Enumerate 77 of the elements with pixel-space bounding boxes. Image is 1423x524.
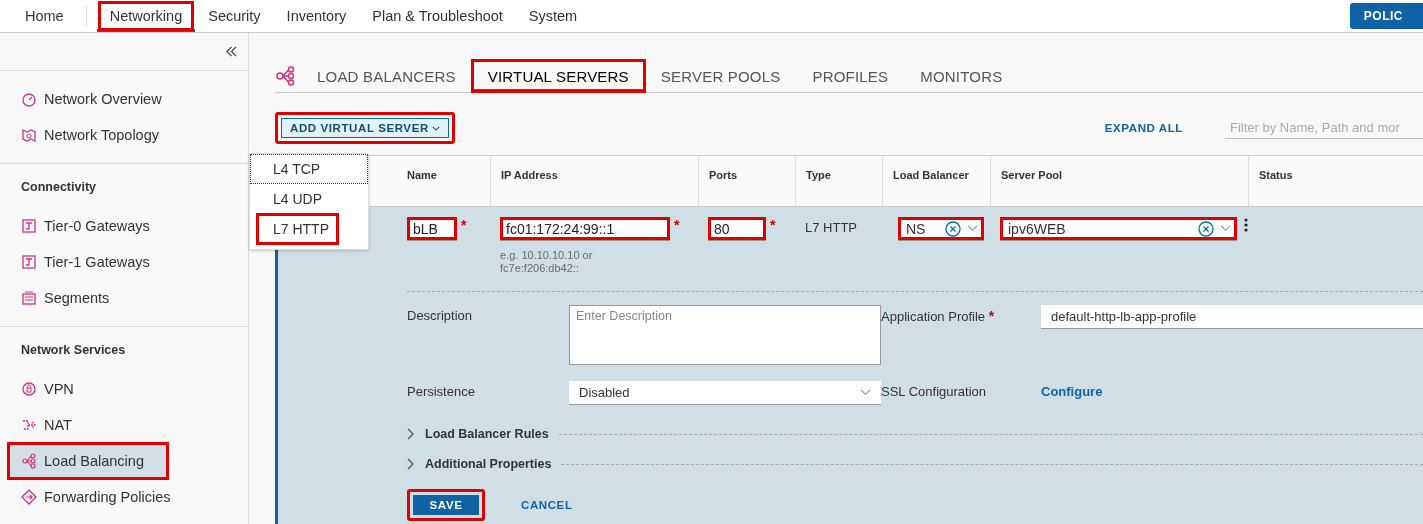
required-mark: * [674, 217, 680, 233]
type-text: L7 HTTP [805, 220, 857, 235]
sidebar-item[interactable]: Load Balancing [8, 443, 168, 479]
name-field[interactable]: bLB [407, 217, 457, 241]
collapse-icon[interactable] [225, 46, 238, 57]
save-button[interactable]: SAVE [407, 489, 485, 521]
nav-tab[interactable]: Inventory [273, 0, 360, 32]
nav-icon [21, 381, 37, 397]
nav-tab[interactable]: Home [25, 6, 87, 26]
nav-icon [21, 218, 37, 234]
nav-icon [21, 417, 37, 433]
chevron-right-icon[interactable] [407, 428, 415, 440]
filter-field[interactable]: Filter by Name, Path and mor [1225, 117, 1423, 139]
field-label: Application Profile * [881, 307, 996, 324]
application-profile-field[interactable]: default-http-lb-app-profile [1041, 305, 1423, 329]
tab[interactable]: PROFILES [796, 60, 905, 92]
caret-icon [860, 389, 871, 396]
field-label: Persistence [407, 383, 476, 399]
caret-icon [1220, 225, 1231, 232]
nav-icon [21, 254, 37, 270]
field-hint: e.g. 10.10.10.10 or fc7e:f206:db42:: [500, 249, 594, 275]
field-label: SSL Configuration [881, 383, 988, 399]
column-header: Server Pool [1001, 169, 1063, 181]
sidebar-item[interactable]: Network Topology [0, 117, 248, 153]
column-header: Type [806, 169, 831, 181]
policy-button[interactable]: POLIC [1349, 3, 1423, 29]
load-balancer-select[interactable]: NS [898, 217, 984, 241]
nav-tab[interactable]: Networking [96, 0, 196, 32]
sidebar-item[interactable]: Tier-0 Gateways [0, 208, 248, 244]
sidebar-item[interactable]: Network Overview [0, 81, 248, 117]
tab[interactable]: LOAD BALANCERS [301, 60, 472, 92]
required-mark: * [770, 217, 776, 233]
add-virtual-server-button[interactable]: ADD VIRTUAL SERVER [275, 112, 455, 144]
column-header: Ports [709, 169, 738, 181]
cancel-button[interactable]: CANCEL [515, 498, 579, 512]
sidebar-item[interactable]: Forwarding Policies [0, 479, 248, 515]
caret-icon [967, 225, 978, 232]
tab[interactable]: VIRTUAL SERVERS [471, 60, 645, 92]
tab[interactable]: SERVER POOLS [644, 60, 797, 92]
sidebar-item[interactable]: VPN [0, 371, 248, 407]
column-header: Status [1259, 169, 1293, 181]
nav-tab[interactable]: System [515, 0, 591, 32]
expand-all-link[interactable]: EXPAND ALL [1098, 121, 1189, 135]
menu-item[interactable]: L4 UDP [250, 184, 368, 214]
chevron-right-icon[interactable] [407, 458, 415, 470]
sidebar-item[interactable]: Tier-1 Gateways [0, 244, 248, 280]
section-heading: Network Services [20, 342, 127, 359]
nav-icon [21, 489, 37, 505]
section-heading: Connectivity [20, 179, 97, 196]
column-header: Name [407, 169, 437, 181]
server-pool-select[interactable]: ipv6WEB [1000, 217, 1237, 241]
nav-icon [21, 290, 37, 306]
sidebar-item[interactable]: NAT [0, 407, 248, 443]
section-toggle[interactable]: Additional Properties [425, 457, 552, 471]
section-toggle[interactable]: Load Balancer Rules [425, 427, 549, 441]
nav-tab[interactable]: Plan & Troubleshoot [359, 0, 516, 32]
field-label: Description [407, 307, 474, 323]
ip-address-field[interactable]: fc01:172:24:99::1 [500, 217, 670, 241]
caret-icon [431, 125, 440, 131]
description-field[interactable]: Enter Description [569, 305, 881, 365]
nav-icon [21, 453, 37, 469]
clear-icon[interactable] [1198, 220, 1214, 237]
configure-link[interactable]: Configure [1041, 384, 1103, 399]
column-header: IP Address [501, 169, 558, 181]
nav-icon [21, 91, 37, 107]
load-balancer-icon [275, 66, 295, 86]
nav-icon [21, 127, 37, 143]
ports-field[interactable]: 80 [708, 217, 766, 241]
nav-tab[interactable]: Security [195, 0, 274, 32]
tab[interactable]: MONITORS [904, 60, 1019, 92]
menu-item[interactable]: L4 TCP [250, 154, 368, 184]
persistence-select[interactable]: Disabled [569, 381, 881, 405]
required-mark: * [461, 217, 467, 233]
sidebar-item[interactable]: Segments [0, 280, 248, 316]
clear-icon[interactable] [945, 220, 961, 237]
more-options-icon[interactable] [1244, 217, 1248, 233]
column-header: Load Balancer [893, 169, 969, 181]
